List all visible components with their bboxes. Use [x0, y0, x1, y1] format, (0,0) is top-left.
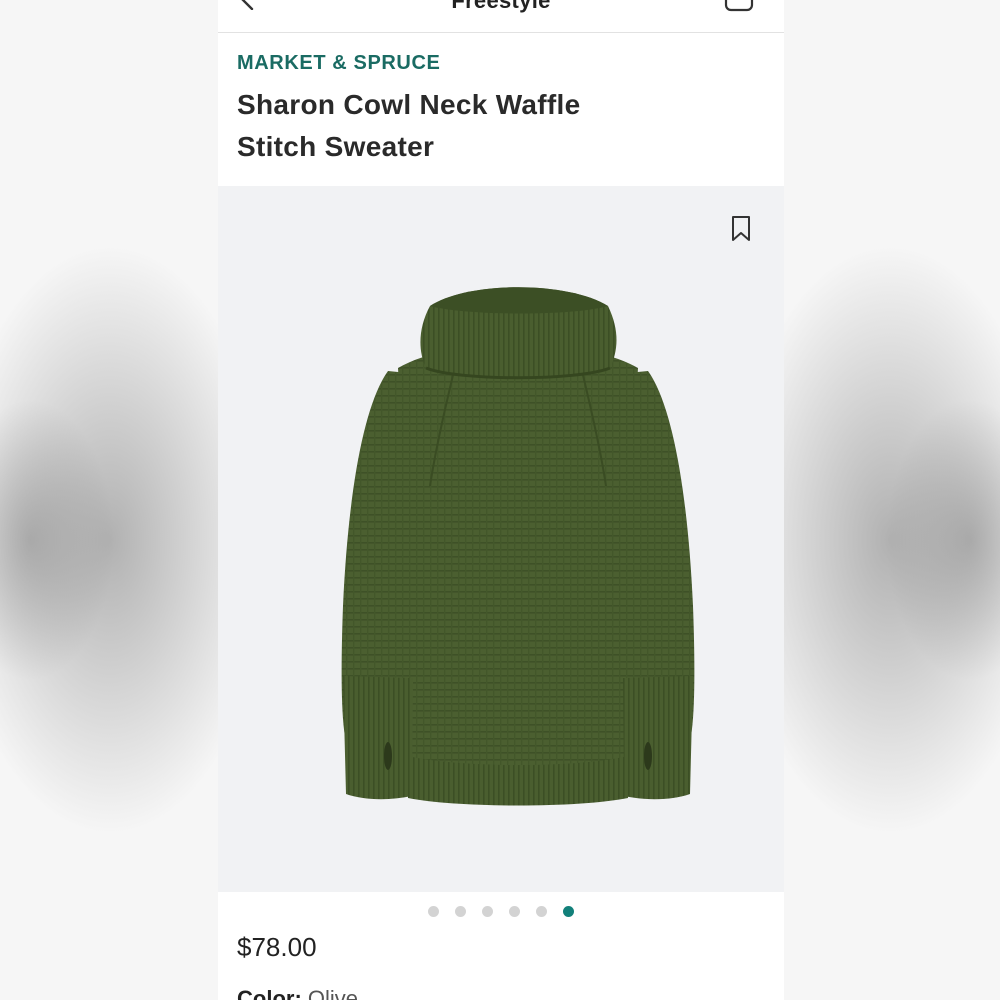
- carousel-pagination: [218, 906, 784, 920]
- carousel-dot[interactable]: [482, 906, 493, 917]
- bag-icon[interactable]: [724, 0, 754, 12]
- carousel-dot[interactable]: [509, 906, 520, 917]
- color-value: Olive: [307, 986, 359, 1000]
- app-screen: Freestyle MARKET & SPRUCE Sharon Cowl Ne…: [218, 0, 784, 1000]
- page-title: Freestyle: [451, 0, 551, 13]
- product-image: [341, 287, 695, 806]
- carousel-dot-active[interactable]: [563, 906, 574, 917]
- product-image-carousel[interactable]: [218, 186, 784, 892]
- bookmark-icon[interactable]: [730, 215, 752, 243]
- carousel-dot[interactable]: [536, 906, 547, 917]
- screen: Freestyle MARKET & SPRUCE Sharon Cowl Ne…: [0, 0, 1000, 1000]
- carousel-dot[interactable]: [455, 906, 466, 917]
- color-row: Color: Olive: [237, 986, 358, 1000]
- brand-name: MARKET & SPRUCE: [237, 52, 441, 74]
- top-navigation-bar: Freestyle: [218, 0, 784, 33]
- carousel-dot[interactable]: [428, 906, 439, 917]
- color-label: Color:: [237, 986, 302, 1000]
- product-price: $78.00: [237, 932, 317, 962]
- product-title: Sharon Cowl Neck Waffle Stitch Sweater: [237, 89, 581, 162]
